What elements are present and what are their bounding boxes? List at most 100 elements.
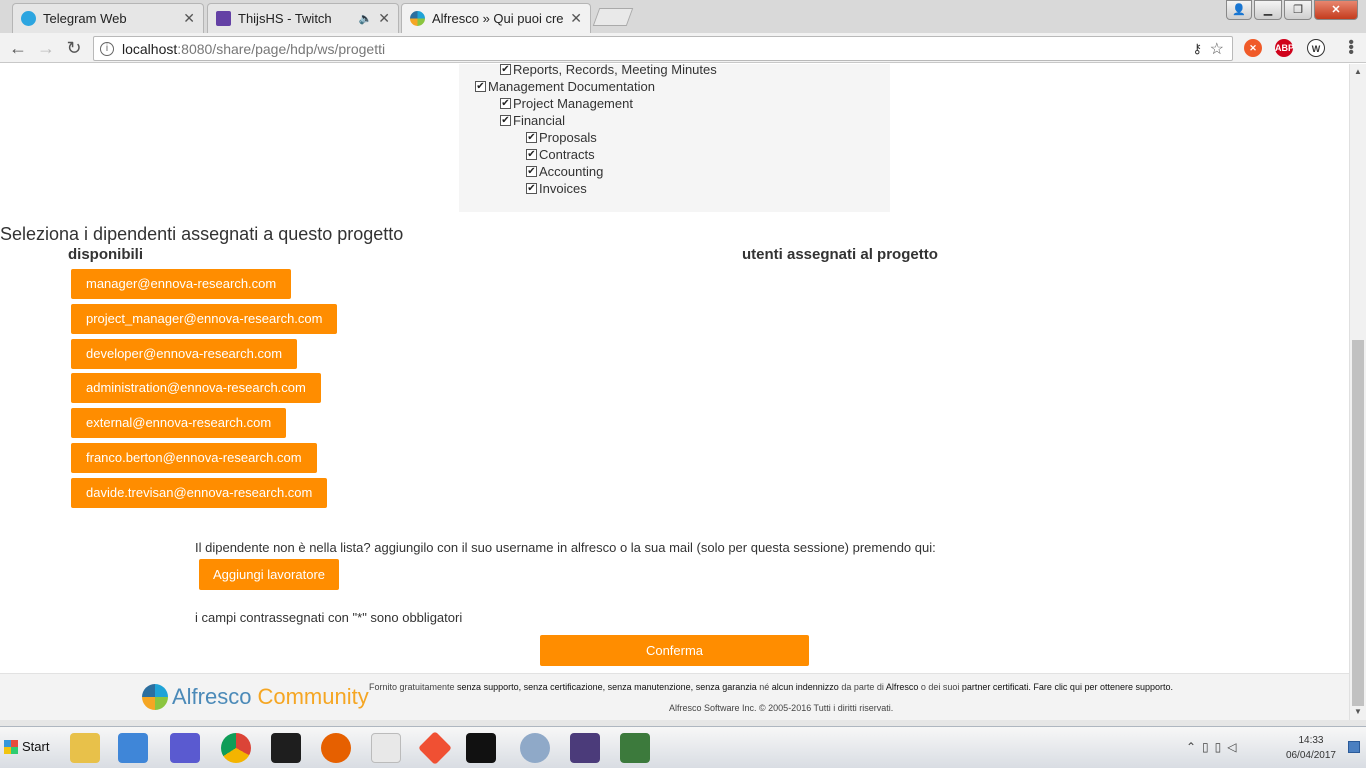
employee-button[interactable]: franco.berton@ennova-research.com	[71, 443, 317, 473]
tree-item[interactable]: ✔ Financial	[500, 112, 565, 129]
confirm-button[interactable]: Conferma	[540, 635, 809, 666]
employee-button[interactable]: manager@ennova-research.com	[71, 269, 292, 299]
speaker-icon[interactable]: 🔈	[359, 12, 373, 25]
info-icon[interactable]: i	[100, 41, 114, 56]
alfresco-icon	[410, 11, 425, 26]
folder-tree-panel: ✔ Reports, Records, Meeting Minutes ✔ Mana…	[459, 64, 890, 212]
tab-twitch[interactable]: ThijsHS - Twitch 🔈 ✕	[207, 3, 399, 33]
chrome-icon[interactable]	[221, 733, 251, 763]
settings-icon[interactable]	[520, 733, 550, 763]
page-viewport: ✔ Reports, Records, Meeting Minutes ✔ Mana…	[0, 64, 1366, 720]
taskbar: Start ⌃▯▯◁ 14:33 06/04/2017	[0, 726, 1366, 768]
tree-item-label: Proposals	[539, 130, 597, 145]
assigned-column-heading: utenti assegnati al progetto	[742, 246, 938, 263]
show-desktop-button[interactable]	[1348, 741, 1360, 753]
adblock-plus-icon[interactable]: ABP	[1275, 39, 1294, 57]
wikipedia-extension-icon[interactable]: W	[1307, 39, 1325, 57]
tab-title: Telegram Web	[43, 11, 127, 26]
tree-item[interactable]: ✔ Project Management	[500, 95, 633, 112]
java-ee-ide-icon[interactable]	[570, 733, 600, 763]
vertical-scrollbar[interactable]: ▲ ▼	[1349, 64, 1366, 720]
scroll-up-icon[interactable]: ▲	[1350, 64, 1366, 80]
git-icon[interactable]	[418, 731, 452, 765]
extension-icon[interactable]: ✕	[1244, 39, 1262, 57]
tree-item[interactable]: ✔ Reports, Records, Meeting Minutes	[500, 64, 717, 78]
tree-item-label: Reports, Records, Meeting Minutes	[513, 64, 717, 77]
system-tray[interactable]: ⌃▯▯◁	[1186, 740, 1243, 754]
windows-logo-icon	[4, 739, 18, 754]
checkbox-checked-icon[interactable]: ✔	[500, 64, 511, 75]
close-icon[interactable]: ✕	[570, 10, 582, 27]
tree-item[interactable]: ✔ Contracts	[526, 146, 595, 163]
browser-toolbar: ← → ↻ i localhost:8080/share/page/hdp/ws…	[0, 33, 1366, 63]
bookmark-star-icon[interactable]: ☆	[1210, 39, 1224, 59]
explorer-icon[interactable]	[70, 733, 100, 763]
media-player-icon[interactable]	[118, 733, 148, 763]
tree-item-label: Contracts	[539, 147, 595, 162]
tree-item[interactable]: ✔ Invoices	[526, 180, 587, 197]
required-fields-note: i campi contrassegnati con "*" sono obbl…	[195, 610, 463, 625]
tree-item[interactable]: ✔ Management Documentation	[475, 78, 655, 95]
maximize-button[interactable]: ❐	[1284, 0, 1312, 20]
employee-button[interactable]: project_manager@ennova-research.com	[71, 304, 338, 334]
tab-strip: Telegram Web ✕ ThijsHS - Twitch 🔈 ✕ Alfr…	[0, 0, 1366, 33]
key-icon[interactable]: ⚷	[1192, 41, 1202, 57]
url-path: :8080/share/page/hdp/ws/progetti	[177, 40, 386, 57]
checkbox-checked-icon[interactable]: ✔	[526, 183, 537, 194]
tree-item-label: Accounting	[539, 164, 604, 179]
logo-text: Alfresco	[172, 684, 252, 709]
intellij-icon[interactable]	[271, 733, 301, 763]
available-column-heading: disponibili	[68, 246, 143, 263]
close-icon[interactable]: ✕	[378, 10, 390, 27]
firefox-icon[interactable]	[321, 733, 351, 763]
tree-item[interactable]: ✔ Accounting	[526, 163, 603, 180]
checkbox-checked-icon[interactable]: ✔	[475, 81, 486, 92]
address-bar[interactable]: i localhost:8080/share/page/hdp/ws/proge…	[93, 36, 1233, 61]
employee-button[interactable]: administration@ennova-research.com	[71, 373, 321, 403]
forward-icon[interactable]: →	[36, 38, 56, 58]
employee-button[interactable]: external@ennova-research.com	[71, 408, 287, 438]
telegram-icon	[21, 11, 36, 26]
putty-icon[interactable]	[170, 733, 200, 763]
footer-support-text[interactable]: Fornito gratuitamente senza supporto, se…	[369, 682, 1173, 692]
minimize-button[interactable]: ▁	[1254, 0, 1282, 20]
clock[interactable]: 14:33 06/04/2017	[1286, 733, 1336, 763]
add-worker-button[interactable]: Aggiungi lavoratore	[199, 559, 339, 590]
reload-icon[interactable]: ↻	[64, 38, 84, 58]
scrollbar-thumb[interactable]	[1352, 340, 1364, 706]
tab-telegram[interactable]: Telegram Web ✕	[12, 3, 204, 33]
clock-time: 14:33	[1298, 735, 1324, 746]
checkbox-checked-icon[interactable]: ✔	[526, 166, 537, 177]
checkbox-checked-icon[interactable]: ✔	[526, 149, 537, 160]
url-host: localhost	[122, 40, 178, 57]
terminal-icon[interactable]	[466, 733, 496, 763]
tree-item-label: Management Documentation	[488, 79, 655, 94]
add-worker-hint: Il dipendente non è nella lista? aggiung…	[195, 540, 936, 555]
checkbox-checked-icon[interactable]: ✔	[500, 98, 511, 109]
tree-item[interactable]: ✔ Proposals	[526, 129, 597, 146]
monitor-icon[interactable]	[620, 733, 650, 763]
checkbox-checked-icon[interactable]: ✔	[526, 132, 537, 143]
tree-item-label: Project Management	[513, 96, 633, 111]
alfresco-logo-icon	[142, 684, 168, 710]
tab-alfresco[interactable]: Alfresco » Qui puoi crear ✕	[401, 3, 591, 33]
logo-text: Community	[257, 684, 369, 709]
alfresco-community-logo[interactable]: Alfresco Community	[142, 684, 369, 710]
menu-icon[interactable]: • • •	[1348, 35, 1354, 61]
close-icon[interactable]: ✕	[183, 10, 195, 27]
new-tab-button[interactable]	[592, 8, 634, 26]
tab-title: ThijsHS - Twitch	[238, 11, 332, 26]
employee-button[interactable]: developer@ennova-research.com	[71, 339, 298, 369]
slack-icon[interactable]	[371, 733, 401, 763]
start-button[interactable]: Start	[4, 739, 49, 754]
employee-button[interactable]: davide.trevisan@ennova-research.com	[71, 478, 328, 508]
twitch-icon	[216, 11, 231, 26]
tree-item-label: Invoices	[539, 181, 587, 196]
scroll-down-icon[interactable]: ▼	[1350, 704, 1366, 720]
back-icon[interactable]: ←	[8, 38, 28, 58]
window-close-button[interactable]: ✕	[1314, 0, 1358, 20]
user-icon[interactable]: 👤	[1226, 0, 1252, 20]
footer: Alfresco Community Fornito gratuitamente…	[0, 673, 1349, 720]
assign-section-title: Seleziona i dipendenti assegnati a quest…	[0, 224, 404, 244]
checkbox-checked-icon[interactable]: ✔	[500, 115, 511, 126]
